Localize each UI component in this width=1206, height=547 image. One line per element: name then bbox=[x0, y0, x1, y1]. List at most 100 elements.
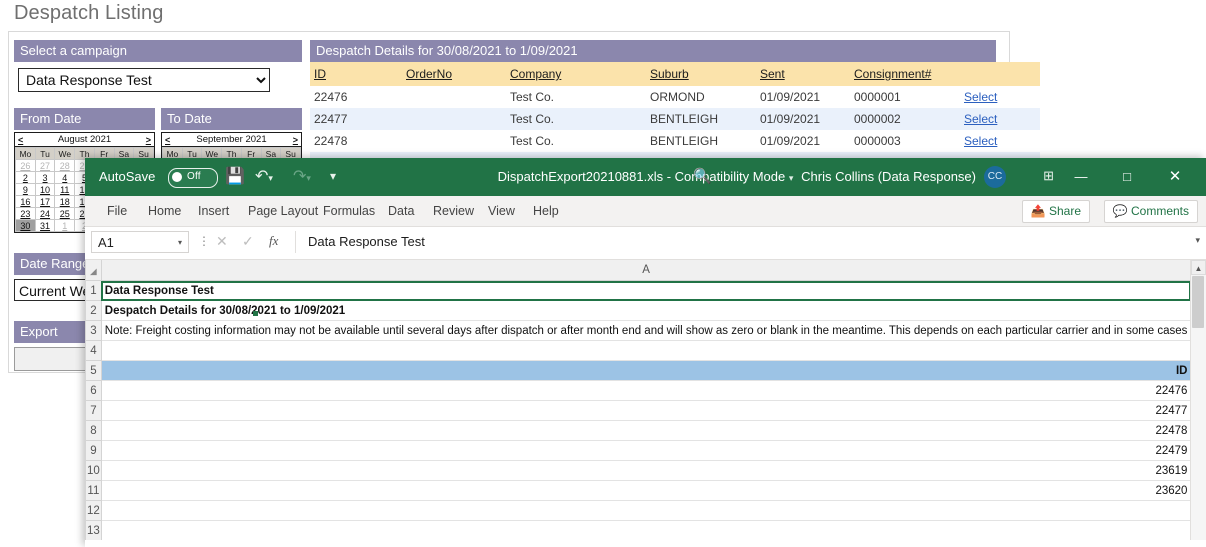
data-cell[interactable]: 22477 bbox=[101, 401, 1191, 421]
calendar-day-cell[interactable]: 31 bbox=[35, 220, 55, 232]
select-link[interactable]: Select bbox=[964, 134, 997, 148]
ribbon-tab-formulas[interactable]: Formulas bbox=[315, 196, 383, 226]
enter-icon[interactable]: ✓ bbox=[242, 233, 254, 250]
data-cell[interactable]: 23619 bbox=[101, 461, 1191, 481]
select-link[interactable]: Select bbox=[964, 90, 997, 104]
maximize-button[interactable]: □ bbox=[1104, 158, 1150, 196]
autosave-toggle[interactable]: Off bbox=[168, 168, 218, 188]
ribbon-tab-home[interactable]: Home bbox=[140, 196, 189, 226]
details-column-header[interactable]: Sent bbox=[756, 62, 850, 86]
scroll-up-icon[interactable]: ▲ bbox=[1191, 260, 1206, 275]
next-month-icon[interactable]: > bbox=[293, 135, 298, 145]
fill-handle[interactable] bbox=[253, 311, 258, 316]
table-row[interactable]: 22478Test Co.BENTLEIGH01/09/20210000003S… bbox=[310, 130, 1040, 152]
details-column-header[interactable]: Company bbox=[506, 62, 646, 86]
details-column-header[interactable]: OrderNo bbox=[402, 62, 506, 86]
calendar-day-cell[interactable]: 26 bbox=[16, 160, 36, 172]
cancel-icon[interactable]: ✕ bbox=[216, 233, 228, 250]
sheet-header-id[interactable]: ID bbox=[101, 361, 1191, 381]
row-header-13[interactable]: 13 bbox=[86, 521, 102, 541]
calendar-day-cell[interactable]: 11 bbox=[55, 184, 75, 196]
row-header-10[interactable]: 10 bbox=[86, 461, 102, 481]
ribbon-tab-view[interactable]: View bbox=[480, 196, 523, 226]
calendar-day-cell[interactable]: 17 bbox=[35, 196, 55, 208]
calendar-day-cell[interactable]: 28 bbox=[55, 160, 75, 172]
calendar-day-cell[interactable]: 4 bbox=[55, 172, 75, 184]
calendar-day-cell[interactable]: 3 bbox=[35, 172, 55, 184]
name-box[interactable]: A1 ▾ bbox=[91, 231, 189, 253]
calendar-day-cell[interactable]: 9 bbox=[16, 184, 36, 196]
calendar-day-cell[interactable]: 25 bbox=[55, 208, 75, 220]
ribbon-display-options-icon[interactable]: ⊞ bbox=[1043, 168, 1054, 184]
search-icon[interactable]: 🔍 bbox=[693, 167, 712, 185]
ribbon-tab-page-layout[interactable]: Page Layout bbox=[240, 196, 326, 226]
data-cell[interactable]: 23620 bbox=[101, 481, 1191, 501]
formula-input[interactable]: Data Response Test bbox=[295, 231, 1184, 253]
calendar-day-cell[interactable]: 23 bbox=[16, 208, 36, 220]
calendar-day[interactable]: 17 bbox=[40, 197, 50, 207]
next-month-icon[interactable]: > bbox=[146, 135, 151, 145]
more-commands-icon[interactable]: ▾ bbox=[330, 169, 336, 183]
close-button[interactable]: ✕ bbox=[1152, 158, 1198, 196]
data-cell[interactable]: 22479 bbox=[101, 441, 1191, 461]
insert-function-icon[interactable]: fx bbox=[269, 233, 278, 249]
row-header-5[interactable]: 5 bbox=[86, 361, 102, 381]
calendar-day[interactable]: 25 bbox=[60, 209, 70, 219]
row-header-1[interactable]: 1 bbox=[86, 281, 102, 301]
calendar-day-cell[interactable]: 18 bbox=[55, 196, 75, 208]
calendar-day[interactable]: 31 bbox=[40, 221, 50, 231]
ribbon-tab-help[interactable]: Help bbox=[525, 196, 567, 226]
calendar-day[interactable]: 26 bbox=[20, 161, 30, 171]
table-row[interactable]: 22476Test Co.ORMOND01/09/20210000001Sele… bbox=[310, 86, 1040, 108]
cell-a3[interactable]: Note: Freight costing information may no… bbox=[101, 321, 1191, 341]
calendar-day[interactable]: 9 bbox=[23, 185, 28, 195]
details-cell-action[interactable]: Select bbox=[960, 86, 1040, 108]
calendar-day-cell[interactable]: 10 bbox=[35, 184, 55, 196]
save-icon[interactable]: 💾 bbox=[225, 166, 245, 186]
calendar-day[interactable]: 10 bbox=[40, 185, 50, 195]
cell-empty[interactable] bbox=[101, 341, 1191, 361]
calendar-day-cell[interactable]: 16 bbox=[16, 196, 36, 208]
data-cell[interactable]: 22476 bbox=[101, 381, 1191, 401]
chevron-down-icon[interactable]: ▾ bbox=[789, 173, 794, 183]
details-column-header[interactable]: Consignment# bbox=[850, 62, 960, 86]
details-column-header[interactable]: Suburb bbox=[646, 62, 756, 86]
ribbon-tab-file[interactable]: File bbox=[99, 196, 135, 226]
cell-a1[interactable]: Data Response Test bbox=[101, 281, 1191, 301]
table-row[interactable]: 22477Test Co.BENTLEIGH01/09/20210000002S… bbox=[310, 108, 1040, 130]
prev-month-icon[interactable]: < bbox=[165, 135, 170, 145]
calendar-day[interactable]: 16 bbox=[20, 197, 30, 207]
details-cell-action[interactable]: Select bbox=[960, 108, 1040, 130]
calendar-day-cell[interactable]: 2 bbox=[16, 172, 36, 184]
expand-formula-bar-icon[interactable]: ▾ bbox=[1195, 235, 1200, 246]
details-column-header[interactable]: ID bbox=[310, 62, 402, 86]
row-header-8[interactable]: 8 bbox=[86, 421, 102, 441]
calendar-day[interactable]: 28 bbox=[60, 161, 70, 171]
calendar-day-cell[interactable]: 24 bbox=[35, 208, 55, 220]
row-header-6[interactable]: 6 bbox=[86, 381, 102, 401]
comments-button[interactable]: 💬 Comments bbox=[1104, 200, 1198, 223]
ribbon-tab-data[interactable]: Data bbox=[380, 196, 422, 226]
calendar-day-cell[interactable]: 30 bbox=[16, 220, 36, 232]
undo-icon[interactable]: ↶▾ bbox=[255, 166, 273, 186]
vertical-scrollbar[interactable]: ▲ bbox=[1190, 260, 1206, 540]
calendar-day-cell[interactable]: 27 bbox=[35, 160, 55, 172]
cell-empty[interactable] bbox=[101, 521, 1191, 541]
details-cell-action[interactable]: Select bbox=[960, 130, 1040, 152]
campaign-select[interactable]: Data Response Test bbox=[18, 68, 270, 92]
redo-icon[interactable]: ↷▾ bbox=[293, 166, 311, 186]
calendar-day[interactable]: 18 bbox=[60, 197, 70, 207]
chevron-down-icon[interactable]: ▾ bbox=[178, 232, 182, 254]
row-header-9[interactable]: 9 bbox=[86, 441, 102, 461]
row-header-2[interactable]: 2 bbox=[86, 301, 102, 321]
calendar-day-cell[interactable]: 1 bbox=[55, 220, 75, 232]
row-header-12[interactable]: 12 bbox=[86, 501, 102, 521]
calendar-day[interactable]: 11 bbox=[60, 185, 69, 195]
data-cell[interactable]: 22478 bbox=[101, 421, 1191, 441]
calendar-day[interactable]: 30 bbox=[20, 221, 30, 231]
ribbon-tab-review[interactable]: Review bbox=[425, 196, 482, 226]
cell-empty[interactable] bbox=[101, 501, 1191, 521]
cell-a2[interactable]: Despatch Details for 30/08/2021 to 1/09/… bbox=[101, 301, 1191, 321]
calendar-day[interactable]: 23 bbox=[20, 209, 30, 219]
calendar-day[interactable]: 2 bbox=[23, 173, 28, 183]
